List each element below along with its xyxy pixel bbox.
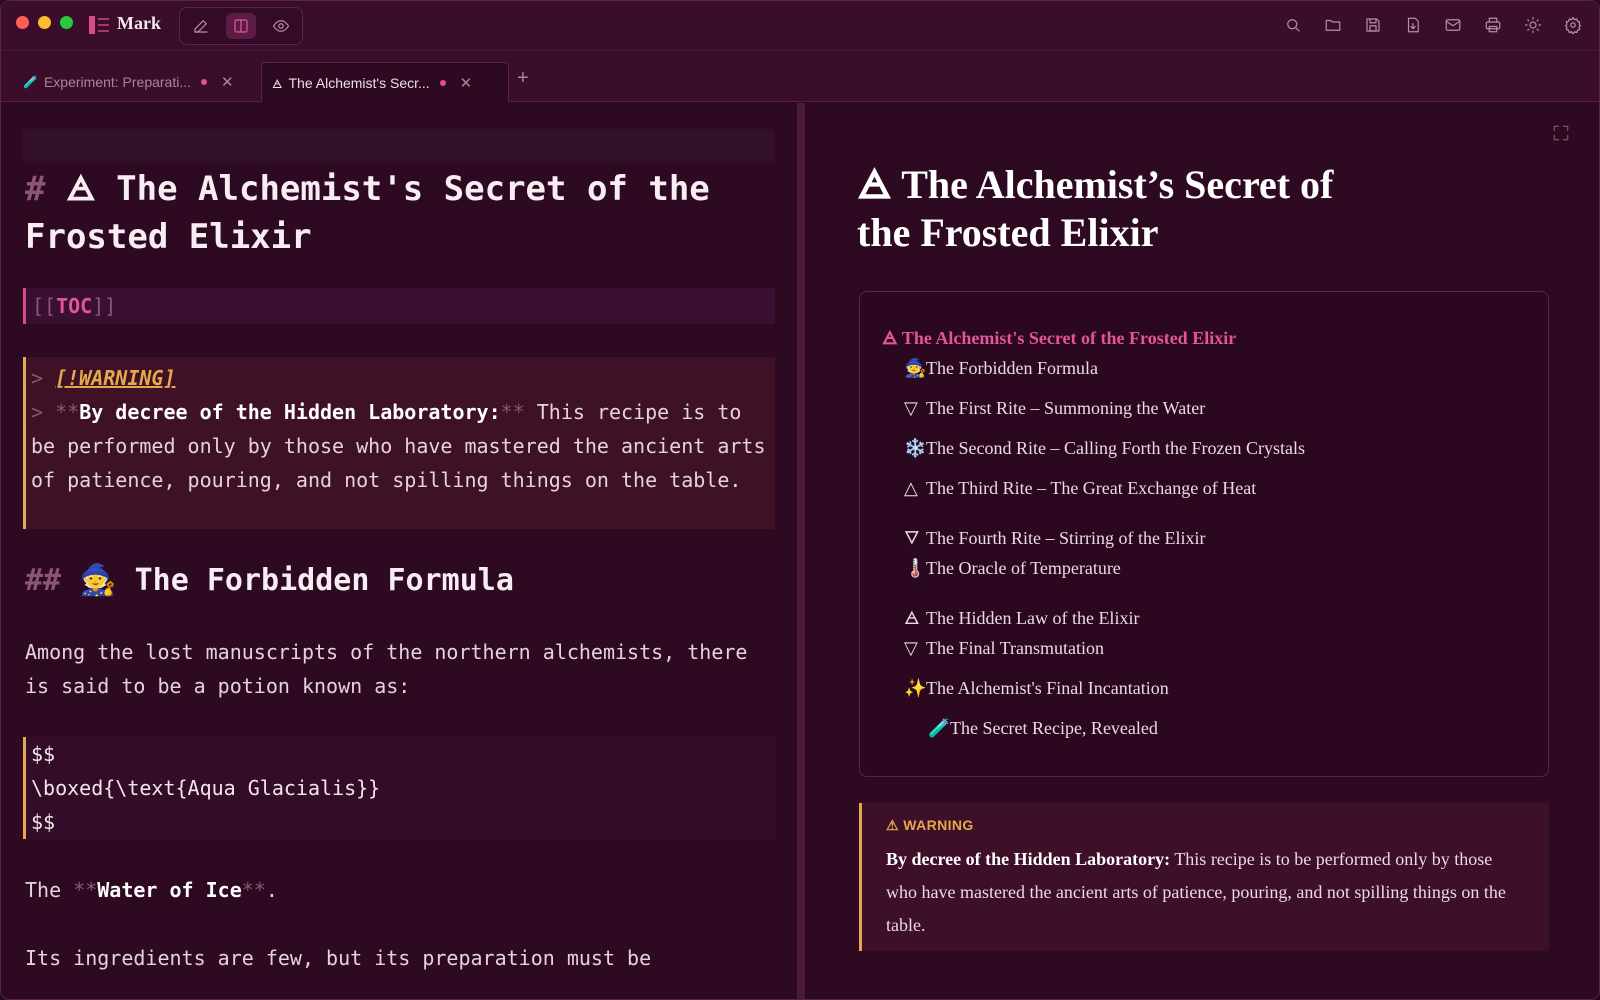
expand-button[interactable] xyxy=(1551,123,1571,148)
toc-item[interactable]: 🜄 The Fourth Rite – Stirring of the Elixi… xyxy=(904,518,1205,555)
zoom-window-button[interactable] xyxy=(60,16,73,29)
new-tab-button[interactable]: + xyxy=(517,67,529,90)
save-button[interactable] xyxy=(1359,11,1387,39)
mail-button[interactable] xyxy=(1439,11,1467,39)
modified-dot xyxy=(201,79,208,85)
preview-title: 🜁 The Alchemist’s Secret of the Frosted … xyxy=(857,162,1334,255)
toc-title-link[interactable]: 🜁 The Alchemist's Secret of the Frosted … xyxy=(882,318,1236,355)
toolbar-actions xyxy=(1279,11,1587,39)
folder-icon xyxy=(1325,19,1341,31)
editor-heading-2: ## 🧙 The Forbidden Formula xyxy=(25,563,514,598)
split-view-icon xyxy=(234,19,248,33)
search-button[interactable] xyxy=(1279,11,1307,39)
toc-item[interactable]: ▽ The Final Transmutation xyxy=(904,638,1104,659)
toc-item[interactable]: 🧪The Secret Recipe, Revealed xyxy=(928,718,1158,739)
gear-icon xyxy=(1564,16,1582,34)
editor-warning-callout: > [!WARNING] > **By decree of the Hidden… xyxy=(23,357,775,529)
split-mode-button[interactable] xyxy=(226,13,256,39)
tab-alchemist[interactable]: 🜁 The Alchemist's Secr... ✕ xyxy=(261,62,509,102)
minimize-window-button[interactable] xyxy=(38,16,51,29)
editor-paragraph: Among the lost manuscripts of the northe… xyxy=(25,640,748,698)
toc-item[interactable]: 🧙The Forbidden Formula xyxy=(904,358,1098,379)
pencil-icon xyxy=(194,20,208,33)
app-window: Mark 🧪 Experiment: Preparati... ✕ 🜁 The … xyxy=(0,0,1600,1000)
editor-paragraph: Its ingredients are few, but its prepara… xyxy=(25,946,652,970)
warning-label: ⚠ WARNING xyxy=(886,817,974,833)
export-icon xyxy=(1407,17,1419,33)
table-of-contents: 🜁 The Alchemist's Secret of the Frosted … xyxy=(859,291,1549,777)
edit-mode-button[interactable] xyxy=(186,13,216,39)
editor-toc-marker: [[TOC]] xyxy=(23,288,775,324)
theme-button[interactable] xyxy=(1519,11,1547,39)
open-folder-button[interactable] xyxy=(1319,11,1347,39)
toc-item[interactable]: ❄️The Second Rite – Calling Forth the Fr… xyxy=(904,438,1305,459)
editor-frontmatter-strip xyxy=(23,129,775,163)
markdown-editor[interactable]: # 🜁 The Alchemist's Secret of the Froste… xyxy=(1,103,797,999)
toc-item[interactable]: ▽ The First Rite – Summoning the Water xyxy=(904,398,1205,419)
settings-button[interactable] xyxy=(1559,11,1587,39)
print-button[interactable] xyxy=(1479,11,1507,39)
print-icon xyxy=(1485,17,1501,33)
close-window-button[interactable] xyxy=(16,16,29,29)
search-icon xyxy=(1287,19,1300,32)
view-mode-group xyxy=(179,7,303,45)
app-name: Mark xyxy=(117,13,161,33)
warning-text: By decree of the Hidden Laboratory: This… xyxy=(886,849,1506,935)
toc-item[interactable]: ✨The Alchemist's Final Incantation xyxy=(904,678,1169,699)
preview-pane: 🜁 The Alchemist’s Secret of the Frosted … xyxy=(805,103,1599,999)
preview-mode-button[interactable] xyxy=(266,13,296,39)
toc-item[interactable]: 🜁 The Hidden Law of the Elixir xyxy=(904,598,1139,635)
sun-icon xyxy=(1524,16,1542,34)
editor-heading-1: # 🜁 The Alchemist's Secret of the Froste… xyxy=(25,169,710,257)
preview-warning-callout: ⚠ WARNING By decree of the Hidden Labora… xyxy=(859,803,1549,951)
fullscreen-icon xyxy=(1553,125,1569,141)
editor-math-block: $$ \boxed{\text{Aqua Glacialis}} $$ xyxy=(23,737,775,839)
modified-dot xyxy=(439,79,446,86)
eye-icon xyxy=(272,20,290,32)
save-icon xyxy=(1366,18,1380,32)
tab-bar: 🧪 Experiment: Preparati... ✕ 🜁 The Alche… xyxy=(1,52,1599,102)
close-tab-icon[interactable]: ✕ xyxy=(460,74,473,92)
test-tube-icon: 🧪 xyxy=(23,75,38,89)
export-button[interactable] xyxy=(1399,11,1427,39)
close-tab-icon[interactable]: ✕ xyxy=(221,73,234,91)
title-bar: Mark xyxy=(1,1,1599,51)
app-logo-icon xyxy=(89,16,109,34)
tab-experiment[interactable]: 🧪 Experiment: Preparati... ✕ xyxy=(13,62,257,102)
alchemy-triangle-icon: 🜁 xyxy=(272,77,283,91)
toc-item[interactable]: △ The Third Rite – The Great Exchange of … xyxy=(904,478,1256,499)
tab-label: The Alchemist's Secr... xyxy=(288,74,430,91)
editor-paragraph: The **Water of Ice**. xyxy=(25,878,278,902)
tab-label: Experiment: Preparati... xyxy=(43,74,192,90)
toc-item[interactable]: 🌡️The Oracle of Temperature xyxy=(904,558,1121,579)
mail-icon xyxy=(1445,19,1461,31)
pane-divider[interactable] xyxy=(797,103,805,999)
